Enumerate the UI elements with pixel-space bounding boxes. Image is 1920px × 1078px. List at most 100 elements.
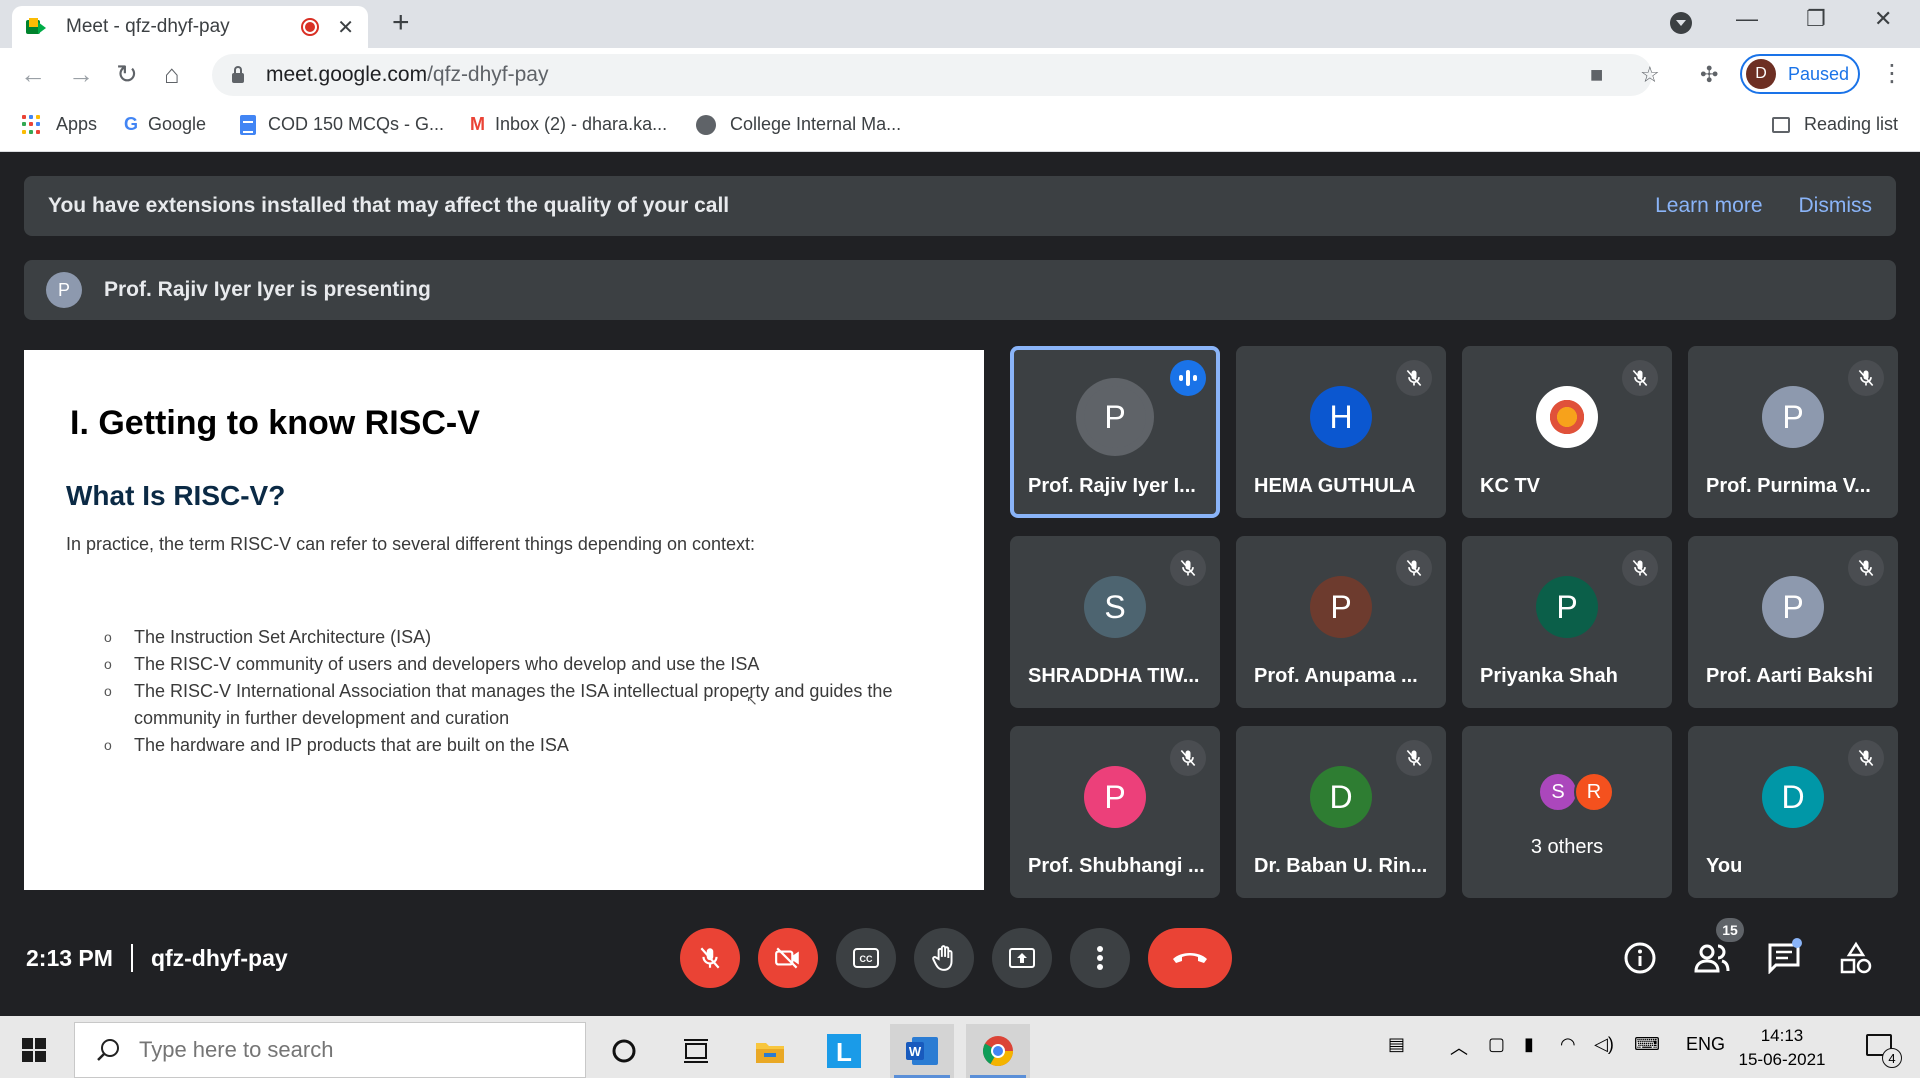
muted-indicator [1622,360,1658,396]
camera-off-button[interactable] [758,928,818,988]
more-options-button[interactable] [1070,928,1130,988]
raise-hand-button[interactable] [914,928,974,988]
participant-avatar: D [1762,766,1824,828]
participant-tile[interactable]: P Prof. Purnima V... [1688,346,1898,518]
muted-indicator [1622,550,1658,586]
people-button[interactable] [1694,940,1730,976]
camera-in-use-icon[interactable]: ■ [1590,62,1603,88]
hang-up-icon [1173,953,1207,963]
people-icon [1694,944,1730,973]
others-label: 3 others [1530,836,1604,858]
word-app[interactable]: W [890,1024,954,1078]
input-language[interactable]: ENG [1686,1034,1725,1055]
svg-text:W: W [909,1044,922,1059]
taskbar-search-input[interactable] [139,1037,559,1063]
taskbar-search[interactable] [74,1022,586,1078]
captions-button[interactable]: CC [836,928,896,988]
task-view-button[interactable] [664,1024,728,1078]
back-icon[interactable]: ← [20,60,46,88]
address-bar[interactable]: meet.google.com/qfz-dhyf-pay [212,54,1652,96]
browser-tab-meet[interactable]: Meet - qfz-dhyf-pay ✕ [12,6,368,48]
list-item: o The hardware and IP products that are b… [104,732,954,759]
microphone-tray-icon[interactable]: ▮ [1524,1034,1534,1055]
news-widget-icon[interactable]: ▤ [1388,1034,1405,1055]
bookmark-star-icon[interactable]: ☆ [1640,62,1660,88]
clock-date: 15-06-2021 [1738,1050,1826,1069]
taskbar-clock[interactable]: 14:13 15-06-2021 [1736,1024,1828,1072]
bookmark-college-internal[interactable]: College Internal Ma... [696,114,901,135]
participant-tile[interactable]: D Dr. Baban U. Rin... [1236,726,1446,898]
mic-off-icon [1180,559,1196,577]
participant-tile[interactable]: P Prof. Rajiv Iyer I... [1010,346,1220,518]
file-explorer-app[interactable] [738,1024,802,1078]
bookmark-gmail-inbox[interactable]: M Inbox (2) - dhara.ka... [470,114,667,135]
minimize-icon[interactable]: — [1736,6,1758,32]
bookmark-cod-mcqs[interactable]: COD 150 MCQs - G... [240,114,444,135]
show-hidden-icons[interactable]: ︿ [1450,1034,1468,1060]
meeting-details-button[interactable] [1622,940,1658,976]
cortana-button[interactable] [592,1024,656,1078]
participant-tile[interactable]: D You [1688,726,1898,898]
participant-tile[interactable]: P Prof. Shubhangi ... [1010,726,1220,898]
meet-now-icon[interactable]: ▢ [1488,1034,1505,1055]
bookmark-label: Inbox (2) - dhara.ka... [495,114,668,134]
meeting-code[interactable]: qfz-dhyf-pay [151,945,288,972]
reading-list-button[interactable]: Reading list [1772,114,1898,135]
participant-tile[interactable]: KC TV [1462,346,1672,518]
slide-subheading: What Is RISC-V? [66,480,286,511]
participant-avatar: S [1538,772,1578,812]
wifi-icon[interactable]: ◠ [1560,1034,1576,1055]
bookmark-apps[interactable]: Apps [22,114,97,135]
muted-indicator [1396,740,1432,776]
window-close-icon[interactable]: ✕ [1874,6,1892,32]
l-app[interactable]: L [812,1024,876,1078]
divider [130,944,133,972]
participant-tile-others[interactable]: SR 3 others [1462,726,1672,898]
participant-avatar: P [1084,766,1146,828]
learn-more-link[interactable]: Learn more [1655,194,1762,218]
notification-count: 4 [1882,1048,1902,1068]
shared-screen[interactable]: I. Getting to know RISC-V What Is RISC-V… [24,350,984,890]
participant-tile[interactable]: P Priyanka Shah [1462,536,1672,708]
tab-search-icon[interactable] [1670,12,1692,34]
participant-tile[interactable]: H HEMA GUTHULA [1236,346,1446,518]
reload-icon[interactable]: ↻ [116,60,138,88]
microphone-off-button[interactable] [680,928,740,988]
chrome-icon [982,1036,1013,1067]
presenter-avatar: P [46,272,82,308]
keyboard-icon[interactable]: ⌨ [1634,1034,1660,1055]
muted-indicator [1848,550,1884,586]
mic-off-icon [1858,559,1874,577]
bookmark-google[interactable]: G Google [124,114,206,135]
participant-name: Prof. Shubhangi ... [1028,855,1205,877]
activities-button[interactable] [1838,940,1874,976]
participant-tile[interactable]: P Prof. Aarti Bakshi [1688,536,1898,708]
bullet-icon: o [104,656,112,672]
leave-call-button[interactable] [1148,928,1232,988]
participant-tile[interactable]: S SHRADDHA TIW... [1010,536,1220,708]
extensions-puzzle-icon[interactable]: ✣ [1700,62,1718,88]
chrome-menu-icon[interactable]: ⋮ [1880,62,1904,86]
chrome-app[interactable] [966,1024,1030,1078]
mic-off-icon [1180,749,1196,767]
restore-icon[interactable]: ❐ [1806,6,1826,32]
close-tab-icon[interactable]: ✕ [337,15,354,40]
muted-indicator [1396,550,1432,586]
participant-tile[interactable]: P Prof. Anupama ... [1236,536,1446,708]
forward-icon[interactable]: → [68,60,94,88]
reading-list-label: Reading list [1804,114,1899,134]
dismiss-button[interactable]: Dismiss [1799,194,1873,218]
present-screen-button[interactable] [992,928,1052,988]
profile-button[interactable]: D Paused [1740,54,1860,94]
mic-off-icon [1406,749,1422,767]
new-tab-icon[interactable]: + [392,8,410,38]
muted-indicator [1396,360,1432,396]
volume-icon[interactable]: ◁) [1594,1034,1614,1055]
clock-time: 14:13 [1760,1026,1804,1045]
mic-off-icon [1858,749,1874,767]
windows-taskbar: L W ▤ ︿ ▢ ▮ ◠ ◁) ⌨ ENG 14:13 15-06-2021 … [0,1016,1920,1078]
windows-start-icon[interactable] [22,1038,46,1062]
bookmark-label: Apps [56,114,98,134]
home-icon[interactable]: ⌂ [164,60,180,88]
folder-icon [756,1043,784,1063]
